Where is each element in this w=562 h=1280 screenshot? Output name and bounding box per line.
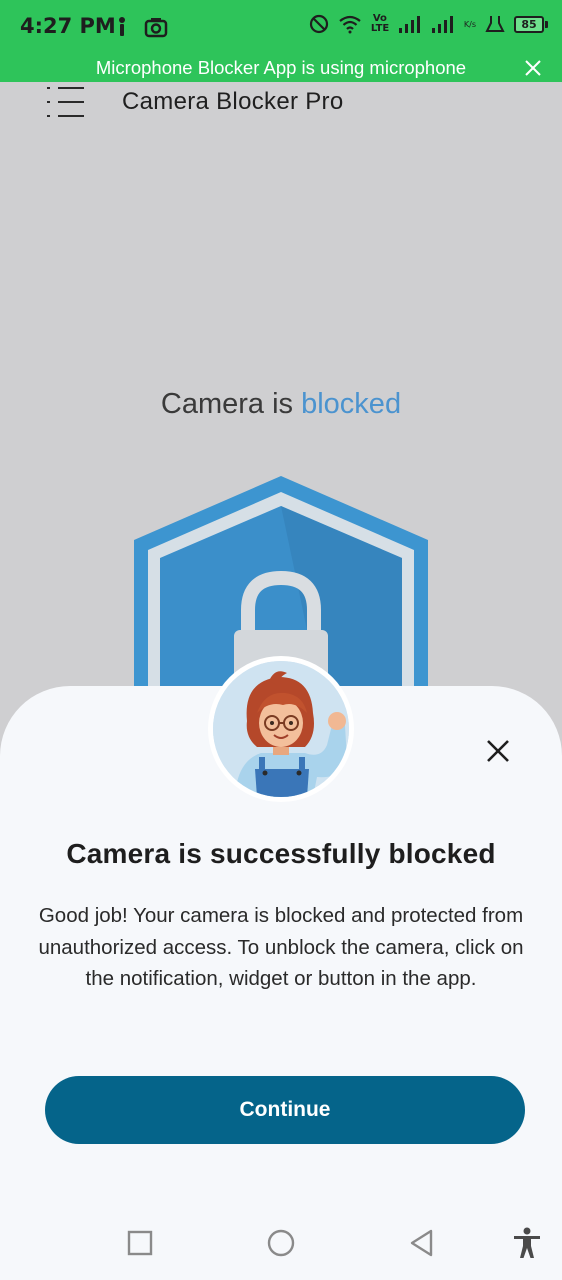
do-not-disturb-icon bbox=[309, 14, 328, 34]
app-title: Camera Blocker Pro bbox=[122, 88, 344, 115]
status-right-icons: Vo LTE K/s 85 bbox=[309, 14, 548, 34]
camera-icon bbox=[144, 18, 168, 38]
navigation-bar bbox=[0, 1200, 562, 1280]
microphone-notification[interactable]: Microphone Blocker App is using micropho… bbox=[0, 56, 562, 82]
avatar bbox=[213, 661, 349, 797]
dialog-title: Camera is successfully blocked bbox=[66, 838, 496, 869]
status-bar: 4:27 PM Vo LTE K/s 85 bbox=[0, 0, 562, 56]
accessibility-icon[interactable] bbox=[510, 1226, 544, 1260]
menu-icon[interactable] bbox=[44, 84, 86, 120]
girl-flexing-illustration bbox=[213, 661, 349, 797]
wifi-icon bbox=[339, 15, 361, 34]
close-icon[interactable] bbox=[522, 57, 544, 79]
battery-level: 85 bbox=[514, 15, 544, 33]
data-saver-icon bbox=[485, 16, 505, 32]
info-icon bbox=[119, 17, 125, 36]
battery-icon: 85 bbox=[514, 15, 548, 33]
home-icon[interactable] bbox=[264, 1226, 298, 1260]
dialog-message: Good job! Your camera is blocked and pro… bbox=[38, 904, 524, 990]
close-icon[interactable] bbox=[484, 737, 512, 765]
signal-icon bbox=[431, 16, 453, 33]
camera-status: Camera is blocked bbox=[0, 388, 562, 421]
signal-icon bbox=[398, 16, 420, 33]
continue-button[interactable]: Continue bbox=[45, 1076, 525, 1144]
camera-status-prefix: Camera is bbox=[160, 388, 302, 420]
network-type-label: Vo LTE bbox=[370, 13, 390, 34]
status-time: 4:27 PM bbox=[20, 14, 116, 38]
notification-text: Microphone Blocker App is using micropho… bbox=[95, 57, 467, 78]
camera-status-value: blocked bbox=[301, 388, 402, 420]
back-icon[interactable] bbox=[405, 1226, 439, 1260]
app-bar: Camera Blocker Pro bbox=[0, 82, 562, 126]
network-speed-label: K/s bbox=[463, 19, 476, 29]
recents-icon[interactable] bbox=[123, 1226, 157, 1260]
